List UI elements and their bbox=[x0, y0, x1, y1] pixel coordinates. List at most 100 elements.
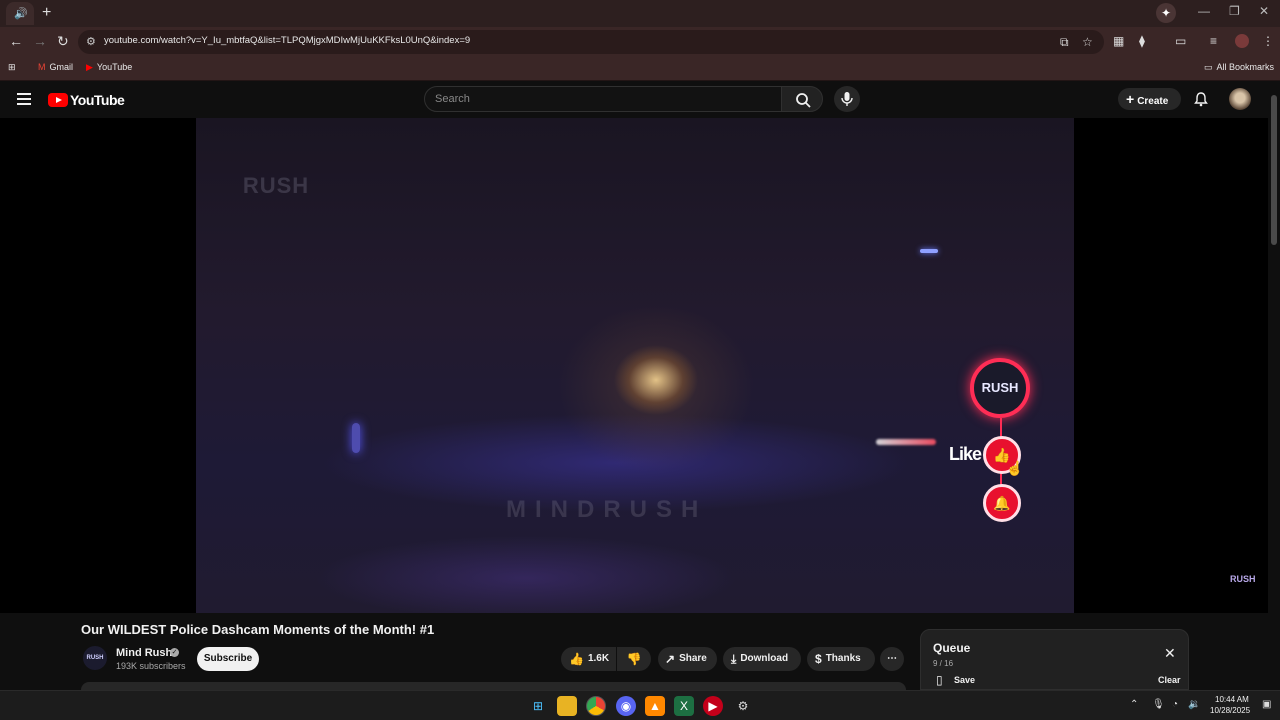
excel-icon[interactable]: X bbox=[674, 696, 694, 716]
browser-tab-strip: 🔊 + ✦ — ❐ ✕ bbox=[0, 0, 1280, 27]
search-button[interactable] bbox=[781, 86, 823, 112]
youtube-icon: ▶ bbox=[86, 62, 93, 72]
microphone-icon bbox=[841, 92, 853, 106]
media-control-icon[interactable]: ≡ bbox=[1210, 34, 1217, 48]
install-app-icon[interactable]: ⧉ bbox=[1060, 35, 1069, 50]
share-button[interactable]: ↗ Share bbox=[658, 647, 717, 671]
download-icon: ⤓ bbox=[731, 652, 737, 666]
notification-center-icon[interactable]: ▣ bbox=[1262, 699, 1271, 710]
thumbs-up-icon: 👍 bbox=[569, 652, 584, 666]
overlay-bell-icon: 🔔 bbox=[983, 484, 1021, 522]
subscriber-count: 193K subscribers bbox=[116, 661, 186, 671]
menu-kebab-icon[interactable]: ⋮ bbox=[1262, 34, 1274, 48]
police-light bbox=[352, 423, 360, 453]
search-input[interactable]: Search bbox=[424, 86, 782, 112]
youtube-header: YouTube Search + Create bbox=[0, 81, 1268, 118]
site-info-icon[interactable]: ⚙ bbox=[86, 35, 96, 48]
download-button[interactable]: ⤓ Download bbox=[723, 647, 801, 671]
start-icon[interactable]: ⊞ bbox=[528, 696, 548, 716]
bookmarks-bar: ⊞ M Gmail ▶ YouTube ▭ All Bookmarks bbox=[0, 57, 1280, 81]
description-box[interactable] bbox=[81, 682, 906, 690]
like-button[interactable]: 👍 1.6K bbox=[561, 647, 616, 671]
file-explorer-icon[interactable] bbox=[557, 696, 577, 716]
queue-save-button[interactable]: Save bbox=[954, 675, 975, 685]
windows-taskbar: ⊞ ◉ ▲ X ▶ ⚙ ⌃ 🎙 ◔ 🔉 10:44 AM 10/28/2025 … bbox=[0, 690, 1280, 720]
wifi-icon[interactable]: ◔ bbox=[1172, 699, 1178, 710]
queue-count: 9 / 16 bbox=[933, 659, 954, 668]
audio-playing-icon: 🔊 bbox=[14, 8, 28, 20]
bookmark-gmail[interactable]: M Gmail bbox=[38, 62, 73, 72]
notifications-bell-icon[interactable] bbox=[1193, 91, 1209, 107]
chrome-icon[interactable] bbox=[586, 696, 606, 716]
tray-chevron-icon[interactable]: ⌃ bbox=[1130, 699, 1138, 710]
video-title: Our WILDEST Police Dashcam Moments of th… bbox=[81, 622, 435, 637]
bookmark-star-icon[interactable]: ☆ bbox=[1082, 35, 1093, 49]
close-icon[interactable]: ✕ bbox=[1164, 645, 1176, 662]
maximize-button[interactable]: ❐ bbox=[1229, 4, 1240, 18]
extensions-puzzle-icon[interactable]: ⧫ bbox=[1139, 34, 1145, 48]
extension-icon[interactable]: ▦ bbox=[1113, 34, 1124, 48]
channel-avatar[interactable]: RUSH bbox=[83, 646, 107, 670]
video-watermark-text: MINDRUSH bbox=[506, 496, 708, 523]
page-scrollbar[interactable] bbox=[1268, 81, 1280, 690]
more-actions-button[interactable]: ⋯ bbox=[880, 647, 904, 671]
dislike-button[interactable]: 👎 bbox=[617, 647, 651, 671]
voice-search-button[interactable] bbox=[834, 86, 860, 112]
account-avatar[interactable] bbox=[1229, 88, 1251, 110]
share-icon: ↗ bbox=[665, 652, 676, 666]
discord-icon[interactable]: ◉ bbox=[616, 696, 636, 716]
browser-tab[interactable]: 🔊 bbox=[6, 2, 34, 25]
gmail-icon: M bbox=[38, 62, 46, 72]
queue-panel: Queue 9 / 16 ✕ ▯ Save Clear bbox=[920, 629, 1189, 690]
split-view-icon[interactable]: ▭ bbox=[1175, 34, 1186, 48]
more-horizontal-icon: ⋯ bbox=[887, 653, 897, 664]
back-button[interactable]: ← bbox=[9, 33, 23, 49]
search-icon bbox=[796, 93, 811, 108]
channel-watermark: RUSH bbox=[242, 173, 310, 198]
scrollbar-thumb[interactable] bbox=[1271, 95, 1277, 245]
address-bar[interactable]: ⚙ youtube.com/watch?v=Y_Iu_mbtfaQ&list=T… bbox=[78, 30, 1104, 54]
vlc-icon[interactable]: ▲ bbox=[645, 696, 665, 716]
settings-icon[interactable]: ⚙ bbox=[733, 696, 753, 716]
bookmark-youtube[interactable]: ▶ YouTube bbox=[86, 62, 132, 73]
hamburger-menu-icon[interactable] bbox=[17, 93, 31, 105]
thanks-button[interactable]: $ Thanks bbox=[807, 647, 875, 671]
channel-name[interactable]: Mind Rush bbox=[116, 647, 172, 659]
overlay-channel-logo: RUSH bbox=[970, 358, 1030, 418]
volume-icon[interactable]: 🔉 bbox=[1188, 699, 1200, 710]
url-text[interactable]: youtube.com/watch?v=Y_Iu_mbtfaQ&list=TLP… bbox=[104, 35, 470, 46]
forward-button[interactable]: → bbox=[33, 33, 47, 49]
police-light bbox=[920, 249, 938, 253]
youtube-play-icon bbox=[48, 93, 68, 107]
apps-grid-icon[interactable]: ⊞ bbox=[8, 62, 16, 73]
hand-cursor-icon: ☝ bbox=[1006, 460, 1024, 476]
verified-check-icon: ✓ bbox=[170, 648, 179, 657]
car-lights bbox=[876, 439, 936, 445]
create-button[interactable]: + Create bbox=[1118, 88, 1181, 110]
thumbs-down-icon: 👎 bbox=[626, 652, 642, 666]
overlay-like-text: Like bbox=[949, 444, 982, 464]
new-tab-button[interactable]: + bbox=[42, 4, 51, 22]
thanks-icon: $ bbox=[815, 652, 822, 666]
video-frame[interactable]: RUSH MINDRUSH RUSH Like 👍 🔔 ☝ bbox=[196, 118, 1074, 613]
plus-icon: + bbox=[1126, 91, 1135, 107]
youtube-logo[interactable]: YouTube bbox=[48, 92, 125, 108]
all-bookmarks[interactable]: ▭ All Bookmarks bbox=[1204, 62, 1274, 73]
tray-microphone-icon[interactable]: 🎙 bbox=[1152, 699, 1165, 710]
close-window-button[interactable]: ✕ bbox=[1259, 4, 1269, 18]
reload-button[interactable]: ↻ bbox=[57, 33, 69, 50]
folder-icon: ▭ bbox=[1204, 62, 1213, 72]
clock-date[interactable]: 10/28/2025 bbox=[1210, 706, 1250, 715]
minimize-button[interactable]: — bbox=[1198, 4, 1210, 18]
profile-avatar[interactable] bbox=[1235, 34, 1249, 48]
browser-toolbar: ← → ↻ ⚙ youtube.com/watch?v=Y_Iu_mbtfaQ&… bbox=[0, 27, 1280, 57]
queue-clear-button[interactable]: Clear bbox=[1158, 675, 1181, 685]
clock-time[interactable]: 10:44 AM bbox=[1215, 695, 1249, 704]
subscribe-button[interactable]: Subscribe bbox=[197, 647, 259, 671]
queue-title: Queue bbox=[933, 641, 971, 655]
bookmark-icon[interactable]: ▯ bbox=[936, 673, 943, 687]
youtube-music-icon[interactable]: ▶ bbox=[703, 696, 723, 716]
gemini-icon[interactable]: ✦ bbox=[1156, 3, 1176, 23]
video-player[interactable]: RUSH MINDRUSH RUSH Like 👍 🔔 ☝ RUSH bbox=[0, 118, 1268, 613]
corner-channel-watermark[interactable]: RUSH bbox=[1230, 574, 1256, 584]
